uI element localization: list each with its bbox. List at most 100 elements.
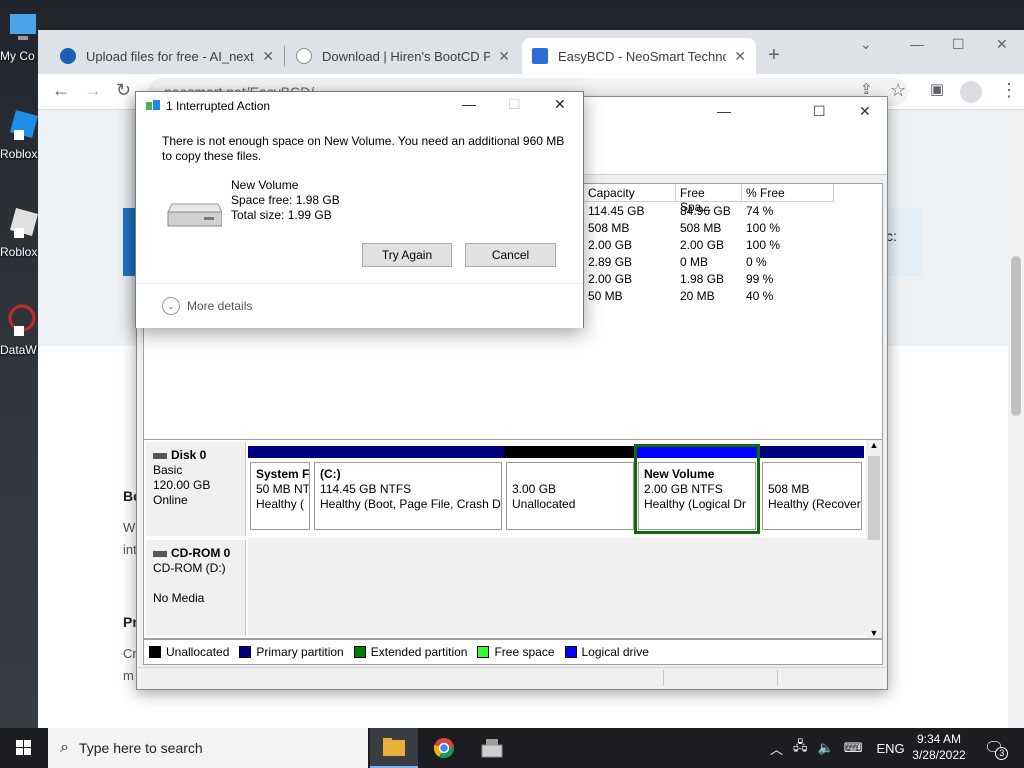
volume-cell[interactable]: 100 % xyxy=(742,221,784,238)
more-details-toggle[interactable]: ⌄ More details xyxy=(162,297,252,315)
volume-cell[interactable]: 0 MB xyxy=(676,255,712,272)
volume-cell[interactable]: 40 % xyxy=(742,289,777,306)
tab-easybcd[interactable]: EasyBCD - NeoSmart Technolog ✕ xyxy=(522,38,756,74)
more-details-label: More details xyxy=(187,299,253,313)
close-tab-icon[interactable]: ✕ xyxy=(498,48,510,65)
column-header-percent-free[interactable]: % Free xyxy=(742,184,834,202)
disk-0-label[interactable]: Disk 0 Basic 120.00 GB Online xyxy=(146,442,246,536)
partition-0[interactable]: System F 50 MB NT Healthy ( xyxy=(248,446,312,532)
partition-line2: 508 MB xyxy=(768,482,810,496)
desktop-icon-my-computer[interactable]: My Co xyxy=(0,10,42,63)
section-text: W xyxy=(123,520,136,535)
section-text: int xyxy=(123,542,137,557)
disk-pane-scrollbar[interactable]: ▲ ▼ xyxy=(866,440,882,638)
cancel-button[interactable]: Cancel xyxy=(465,243,556,267)
cdrom-0-label[interactable]: CD-ROM 0 CD-ROM (D:) No Media xyxy=(146,540,246,636)
taskbar-search-box[interactable]: ⌕ Type here to search xyxy=(48,728,368,768)
partition-line3: Healthy (Logical Dr xyxy=(644,497,747,511)
keyboard-icon[interactable]: ⌨ xyxy=(844,740,863,756)
new-tab-button[interactable]: + xyxy=(768,44,780,67)
taskbar-chrome[interactable] xyxy=(420,728,468,768)
volume-cell[interactable]: 84.96 GB xyxy=(676,204,735,221)
partition-2[interactable]: 3.00 GB Unallocated xyxy=(504,446,636,532)
partition-color-bar xyxy=(504,446,636,458)
volume-icon[interactable]: 🔈 xyxy=(818,740,834,756)
column-header-capacity[interactable]: Capacity xyxy=(584,184,676,202)
column-header-free-space[interactable]: Free Spa... xyxy=(676,184,742,214)
partition-4[interactable]: 508 MB Healthy (Recover xyxy=(760,446,864,532)
volume-cell[interactable]: 2.00 GB xyxy=(584,238,636,255)
disk-status: Online xyxy=(153,493,188,507)
scroll-up-icon[interactable]: ▲ xyxy=(866,440,882,450)
back-icon[interactable]: ← xyxy=(52,80,70,101)
search-icon: ⌕ xyxy=(60,739,69,756)
close-window-button[interactable]: ✕ xyxy=(996,36,1008,53)
legend-label: Extended partition xyxy=(370,645,468,659)
taskbar-clock[interactable]: 9:34 AM 3/28/2022 xyxy=(908,731,970,763)
page-scrollbar[interactable] xyxy=(1008,110,1024,728)
close-button[interactable]: ✕ xyxy=(554,96,566,113)
minimize-button[interactable]: — xyxy=(910,36,924,52)
desktop-icon-roblox-1[interactable]: Roblox xyxy=(0,108,42,161)
show-hidden-icons-icon[interactable]: ︿ xyxy=(770,739,783,758)
volume-cell[interactable]: 100 % xyxy=(742,238,784,255)
volume-cell[interactable]: 50 MB xyxy=(584,289,627,306)
side-panel-icon[interactable]: ▣ xyxy=(930,80,944,98)
volume-cell[interactable]: 2.00 GB xyxy=(676,238,728,255)
close-button[interactable]: ✕ xyxy=(859,103,871,120)
minimize-button[interactable]: — xyxy=(462,96,476,112)
legend-item: Unallocated xyxy=(149,645,229,659)
taskbar-disk-tool[interactable] xyxy=(468,728,516,768)
desktop-icon-dataw[interactable]: DataW xyxy=(0,304,42,357)
volume-info: New Volume Space free: 1.98 GB Total siz… xyxy=(231,178,340,223)
volume-cell[interactable]: 508 MB xyxy=(676,221,725,238)
bookmark-star-icon[interactable]: ☆ xyxy=(890,80,906,101)
taskbar-file-explorer[interactable] xyxy=(370,728,418,768)
volume-cell[interactable]: 508 MB xyxy=(584,221,633,238)
tab-search-icon[interactable]: ⌄ xyxy=(860,36,872,53)
partition-1[interactable]: (C:) 114.45 GB NTFS Healthy (Boot, Page Fi… xyxy=(312,446,504,532)
legend-item: Logical drive xyxy=(564,645,649,659)
try-again-button[interactable]: Try Again xyxy=(362,243,452,267)
language-indicator[interactable]: ENG xyxy=(876,741,904,756)
start-button[interactable] xyxy=(0,728,48,768)
partition-color-bar xyxy=(248,446,312,458)
copy-files-icon xyxy=(146,100,160,112)
tab-hirens-bootcd[interactable]: Download | Hiren's BootCD PE ✕ xyxy=(286,38,520,74)
partition-color-bar xyxy=(760,446,864,458)
desktop-icon-roblox-2[interactable]: Roblox xyxy=(0,206,42,259)
desktop-icon-label: Roblox xyxy=(0,245,38,259)
taskbar: ⌕ Type here to search ︿ 🖧 🔈 ⌨ ENG 9:34 A… xyxy=(0,728,1024,768)
maximize-button[interactable]: ☐ xyxy=(952,36,965,53)
partition-3[interactable]: New Volume 2.00 GB NTFS Healthy (Logical D… xyxy=(634,444,760,534)
legend-swatch xyxy=(239,646,252,658)
volume-cell[interactable]: 99 % xyxy=(742,272,777,289)
volume-cell[interactable]: 1.98 GB xyxy=(676,272,728,289)
close-tab-icon[interactable]: ✕ xyxy=(262,48,274,65)
reload-icon[interactable]: ↻ xyxy=(116,80,131,101)
volume-cell[interactable]: 114.45 GB xyxy=(584,204,648,221)
forward-icon[interactable]: → xyxy=(84,80,102,101)
volume-cell[interactable]: 2.89 GB xyxy=(584,255,636,272)
scrollbar-thumb[interactable] xyxy=(1011,256,1021,416)
profile-avatar-icon[interactable] xyxy=(960,81,982,103)
volume-cell[interactable]: 20 MB xyxy=(676,289,719,306)
menu-kebab-icon[interactable]: ⋮ xyxy=(1000,80,1018,101)
disk-graphical-pane: Disk 0 Basic 120.00 GB Online System F 50… xyxy=(143,439,883,639)
network-icon[interactable]: 🖧 xyxy=(793,737,808,759)
scroll-down-icon[interactable]: ▼ xyxy=(866,628,882,638)
maximize-button[interactable]: ☐ xyxy=(813,103,826,120)
volume-cell[interactable]: 0 % xyxy=(742,255,771,272)
tab-separator xyxy=(284,46,285,66)
tab-upload-files[interactable]: Upload files for free - AI_next_tr ✕ xyxy=(50,38,284,74)
datawrapper-icon xyxy=(8,304,36,336)
chrome-icon xyxy=(433,738,454,758)
roblox-icon xyxy=(10,110,38,140)
minimize-button[interactable]: — xyxy=(717,103,731,119)
scrollbar-thumb[interactable] xyxy=(868,456,880,540)
volume-cell[interactable]: 2.00 GB xyxy=(584,272,636,289)
volume-name: New Volume xyxy=(231,178,299,192)
volume-cell[interactable]: 74 % xyxy=(742,204,777,221)
notification-center-button[interactable]: 🗨 3 xyxy=(984,728,1009,768)
close-tab-icon[interactable]: ✕ xyxy=(734,48,746,65)
